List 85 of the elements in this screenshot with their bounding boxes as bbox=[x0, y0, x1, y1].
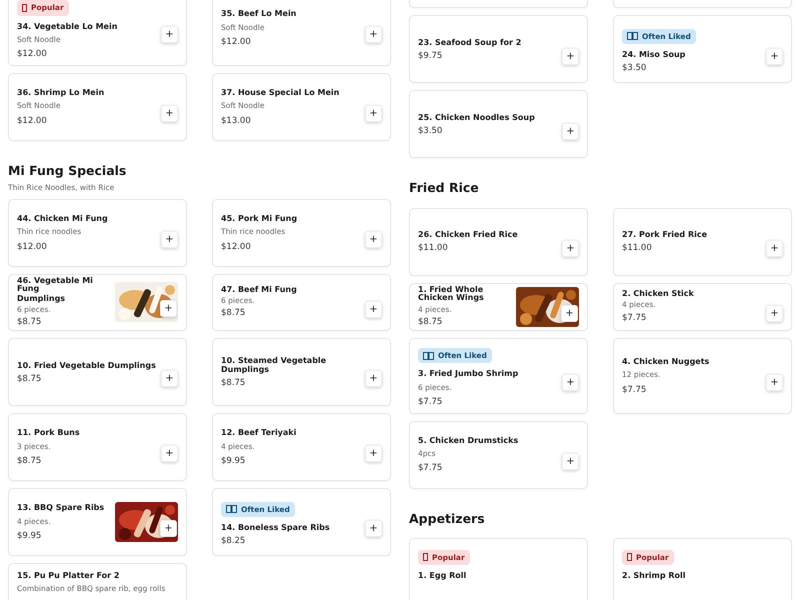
item-price: $7.75 bbox=[418, 396, 444, 409]
item-price: $12.00 bbox=[221, 240, 252, 254]
add-button[interactable]: + bbox=[561, 304, 578, 322]
item-price: $7.75 bbox=[418, 462, 444, 476]
badge-icon bbox=[423, 553, 428, 562]
add-button[interactable]: + bbox=[160, 300, 177, 318]
item-title: 23. Seafood Soup for 2 bbox=[418, 38, 522, 47]
add-button[interactable]: + bbox=[766, 374, 783, 392]
item-title: 4. Chicken Nuggets bbox=[622, 357, 710, 366]
add-button[interactable]: + bbox=[365, 520, 382, 538]
item-price: $8.75 bbox=[17, 454, 42, 468]
item-price: $11.00 bbox=[418, 242, 449, 256]
item-title: 15. Pu Pu Platter For 2 bbox=[17, 570, 120, 580]
item-title: 46. Vegetable Mi Fung bbox=[17, 276, 94, 294]
item-price: $8.75 bbox=[17, 316, 42, 329]
section-heading: Appetizers bbox=[409, 510, 486, 528]
item-price: $12.00 bbox=[17, 48, 48, 61]
item-title: 34. Vegetable Lo Mein bbox=[17, 22, 118, 31]
item-price: $12.00 bbox=[17, 114, 48, 128]
item-price: $8.75 bbox=[17, 372, 42, 386]
item-price: $13.00 bbox=[221, 114, 252, 128]
item-title: 35. Beef Lo Mein bbox=[221, 9, 298, 18]
add-button[interactable]: + bbox=[766, 240, 783, 258]
add-button[interactable]: + bbox=[562, 122, 579, 140]
badge-icon bbox=[423, 352, 434, 360]
item-price: $3.50 bbox=[418, 124, 444, 138]
item-title: 12. Beef Teriyaki bbox=[221, 428, 298, 438]
item-title: 1. Fried Whole Chicken Wings bbox=[418, 286, 485, 303]
item-title: 14. Boneless Spare Ribs bbox=[221, 522, 331, 532]
add-button[interactable]: + bbox=[365, 300, 382, 318]
item-title: 10. Fried Vegetable Dumplings bbox=[17, 360, 157, 370]
item-title: 3. Fried Jumbo Shrimp bbox=[418, 369, 520, 379]
item-title: 11. Pork Buns bbox=[17, 428, 81, 438]
add-button[interactable]: + bbox=[365, 231, 382, 248]
item-title: 2. Shrimp Roll bbox=[622, 570, 687, 580]
section-heading: Mi Fung Specials bbox=[8, 162, 128, 180]
add-button[interactable]: + bbox=[160, 520, 177, 537]
add-button[interactable]: + bbox=[562, 453, 579, 470]
item-price: $9.95 bbox=[17, 530, 42, 543]
add-button[interactable]: + bbox=[562, 48, 579, 64]
item-title: 1. Egg Roll bbox=[418, 570, 468, 580]
item-title: Dumplings bbox=[17, 294, 66, 303]
item-title: 27. Pork Fried Rice bbox=[622, 230, 708, 240]
item-price: $9.95 bbox=[221, 454, 246, 468]
item-title: 36. Shrimp Lo Mein bbox=[17, 88, 106, 98]
add-button[interactable]: + bbox=[161, 231, 178, 248]
item-price: $3.50 bbox=[622, 62, 648, 75]
add-button[interactable]: + bbox=[365, 26, 382, 44]
item-title: 45. Pork Mi Fung bbox=[221, 214, 298, 224]
item-price: $8.75 bbox=[221, 307, 246, 320]
add-button[interactable]: + bbox=[161, 105, 178, 122]
add-button[interactable]: + bbox=[766, 305, 783, 322]
section-heading: Fried Rice bbox=[409, 179, 480, 197]
add-button[interactable]: + bbox=[161, 370, 178, 388]
item-price: $8.75 bbox=[221, 377, 246, 390]
item-price: $8.25 bbox=[221, 535, 246, 548]
add-button[interactable]: + bbox=[161, 445, 178, 462]
item-title: 26. Chicken Fried Rice bbox=[418, 230, 519, 240]
add-button[interactable]: + bbox=[365, 105, 382, 122]
add-button[interactable]: + bbox=[766, 48, 783, 64]
item-title: 37. House Special Lo Mein bbox=[221, 88, 340, 98]
item-title: 2. Chicken Stick bbox=[622, 290, 695, 298]
badge-icon bbox=[22, 4, 27, 12]
item-title: 44. Chicken Mi Fung bbox=[17, 214, 109, 224]
item-title: 13. BBQ Spare Ribs bbox=[17, 503, 106, 513]
add-button[interactable]: + bbox=[365, 445, 382, 462]
item-price: $9.75 bbox=[418, 50, 444, 62]
item-title: 5. Chicken Drumsticks bbox=[418, 436, 520, 446]
item-title: 24. Miso Soup bbox=[622, 50, 686, 60]
item-price: $7.75 bbox=[622, 384, 648, 396]
badge-icon bbox=[627, 32, 638, 40]
add-button[interactable]: + bbox=[562, 240, 579, 258]
item-price: $12.00 bbox=[221, 36, 252, 48]
item-price: $11.00 bbox=[622, 242, 653, 256]
item-title: 25. Chicken Noodles Soup bbox=[418, 112, 536, 122]
item-price: $8.75 bbox=[418, 316, 444, 329]
add-button[interactable]: + bbox=[161, 26, 178, 44]
badge-icon bbox=[226, 505, 237, 514]
item-title: 47. Beef Mi Fung bbox=[221, 286, 298, 294]
badge-icon bbox=[627, 553, 632, 562]
add-button[interactable]: + bbox=[365, 370, 382, 388]
add-button[interactable]: + bbox=[562, 374, 579, 392]
item-price: $12.00 bbox=[17, 240, 48, 254]
item-price: $7.75 bbox=[622, 312, 648, 324]
item-title: 10. Steamed Vegetable Dumplings bbox=[221, 356, 328, 374]
